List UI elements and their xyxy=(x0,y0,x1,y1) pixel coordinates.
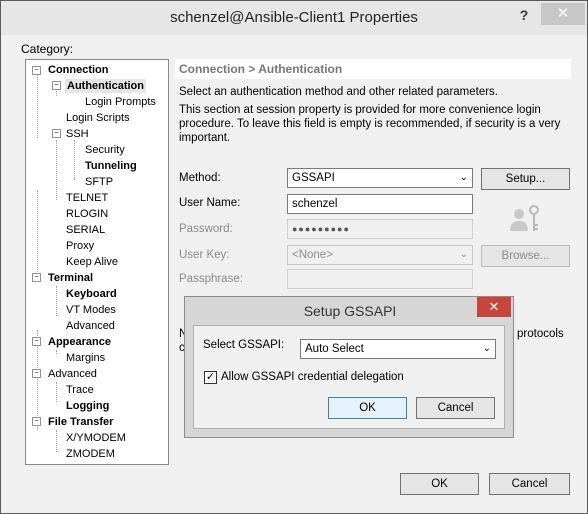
tree-item-xymodem[interactable]: X/YMODEM xyxy=(66,431,126,445)
tree-item-zmodem[interactable]: ZMODEM xyxy=(66,447,115,461)
dialog-close-button[interactable]: ✕ xyxy=(477,297,511,317)
chevron-down-icon: ⌄ xyxy=(482,343,491,354)
window-close-button[interactable]: ✕ xyxy=(541,3,585,25)
username-label: User Name: xyxy=(179,197,241,209)
tree-item-margins[interactable]: Margins xyxy=(66,351,105,365)
collapse-advanced-icon[interactable]: − xyxy=(32,369,41,378)
credential-delegation-checkbox[interactable]: ✓ xyxy=(204,371,217,384)
tree-item-security[interactable]: Security xyxy=(85,143,125,157)
tree-item-ssh[interactable]: SSH xyxy=(66,127,89,141)
user-key-label: User Key: xyxy=(179,249,230,261)
description-line-4: important. xyxy=(179,132,231,144)
tree-item-serial[interactable]: SERIAL xyxy=(66,223,105,237)
tree-item-keyboard[interactable]: Keyboard xyxy=(66,287,117,301)
tree-item-file-transfer[interactable]: File Transfer xyxy=(48,415,113,429)
tree-item-rlogin[interactable]: RLOGIN xyxy=(66,207,108,221)
category-label: Category: xyxy=(21,42,74,56)
cancel-button[interactable]: Cancel xyxy=(489,473,570,495)
method-label: Method: xyxy=(179,172,221,184)
collapse-connection-icon[interactable]: − xyxy=(32,66,41,75)
tree-item-advanced[interactable]: Advanced xyxy=(48,367,97,381)
credential-delegation-label: Allow GSSAPI credential delegation xyxy=(221,371,404,383)
chevron-down-icon: ⌄ xyxy=(459,172,468,183)
passphrase-field[interactable] xyxy=(287,269,473,289)
select-gssapi-label: Select GSSAPI: xyxy=(203,339,285,351)
description-line-1: Select an authentication method and othe… xyxy=(179,86,499,98)
collapse-ssh-icon[interactable]: − xyxy=(52,129,61,138)
collapse-appearance-icon[interactable]: − xyxy=(32,337,41,346)
tree-item-vt-modes[interactable]: VT Modes xyxy=(66,303,116,317)
section-header: Connection > Authentication xyxy=(175,59,571,79)
tree-item-authentication[interactable]: Authentication xyxy=(65,79,146,93)
help-icon[interactable]: ? xyxy=(515,7,533,25)
window-title: schenzel@Ansible-Client1 Properties xyxy=(170,9,418,26)
tree-item-sftp[interactable]: SFTP xyxy=(85,175,113,189)
dialog-ok-button[interactable]: OK xyxy=(328,397,407,419)
passphrase-label: Passphrase: xyxy=(179,273,243,285)
user-key-select[interactable]: <None> ⌄ xyxy=(287,245,473,265)
setup-gssapi-dialog: Setup GSSAPI ✕ Select GSSAPI: Auto Selec… xyxy=(184,296,514,438)
title-bar: schenzel@Ansible-Client1 Properties ? ✕ xyxy=(1,1,587,35)
tree-item-logging[interactable]: Logging xyxy=(66,399,109,413)
dialog-cancel-button[interactable]: Cancel xyxy=(416,397,495,419)
tree-item-appearance[interactable]: Appearance xyxy=(48,335,111,349)
tree-item-telnet[interactable]: TELNET xyxy=(66,191,108,205)
description-line-3: procedure. To leave this field is empty … xyxy=(179,118,561,130)
collapse-terminal-icon[interactable]: − xyxy=(32,273,41,282)
tree-item-tunneling[interactable]: Tunneling xyxy=(85,159,137,173)
user-key-value: <None> xyxy=(292,249,333,261)
dialog-body: Select GSSAPI: Auto Select ⌄ ✓ Allow GSS… xyxy=(193,325,505,429)
setup-button[interactable]: Setup... xyxy=(481,168,570,190)
password-label: Password: xyxy=(179,223,233,235)
ok-button[interactable]: OK xyxy=(400,473,479,495)
user-key-icon xyxy=(510,205,539,231)
section-header-text: Connection > Authentication xyxy=(179,62,343,76)
collapse-file-transfer-icon[interactable]: − xyxy=(32,417,41,426)
password-field[interactable]: ●●●●●●●●● xyxy=(287,219,473,239)
tree-item-login-prompts[interactable]: Login Prompts xyxy=(85,95,156,109)
tree-item-terminal-advanced[interactable]: Advanced xyxy=(66,319,115,333)
browse-button[interactable]: Browse... xyxy=(481,245,570,267)
tree-item-login-scripts[interactable]: Login Scripts xyxy=(66,111,130,125)
gssapi-select[interactable]: Auto Select ⌄ xyxy=(300,339,496,359)
properties-window: schenzel@Ansible-Client1 Properties ? ✕ … xyxy=(0,0,588,514)
dialog-title: Setup GSSAPI xyxy=(303,303,397,319)
tree-item-proxy[interactable]: Proxy xyxy=(66,239,94,253)
description-line-2: This section at session property is prov… xyxy=(179,104,541,116)
tree-item-connection[interactable]: Connection xyxy=(48,63,109,77)
hidden-text-right: protocols xyxy=(517,328,564,340)
method-select-value: GSSAPI xyxy=(292,172,335,184)
chevron-down-icon: ⌄ xyxy=(459,249,468,260)
collapse-authentication-icon[interactable]: − xyxy=(52,81,61,90)
tree-item-keep-alive[interactable]: Keep Alive xyxy=(66,255,118,269)
method-select[interactable]: GSSAPI ⌄ xyxy=(287,168,473,188)
tree-item-terminal[interactable]: Terminal xyxy=(48,271,93,285)
gssapi-select-value: Auto Select xyxy=(305,343,364,355)
username-field[interactable]: schenzel xyxy=(287,194,473,214)
tree-item-trace[interactable]: Trace xyxy=(66,383,94,397)
category-tree[interactable]: − − − − − − − Connection Authentication … xyxy=(25,59,169,465)
